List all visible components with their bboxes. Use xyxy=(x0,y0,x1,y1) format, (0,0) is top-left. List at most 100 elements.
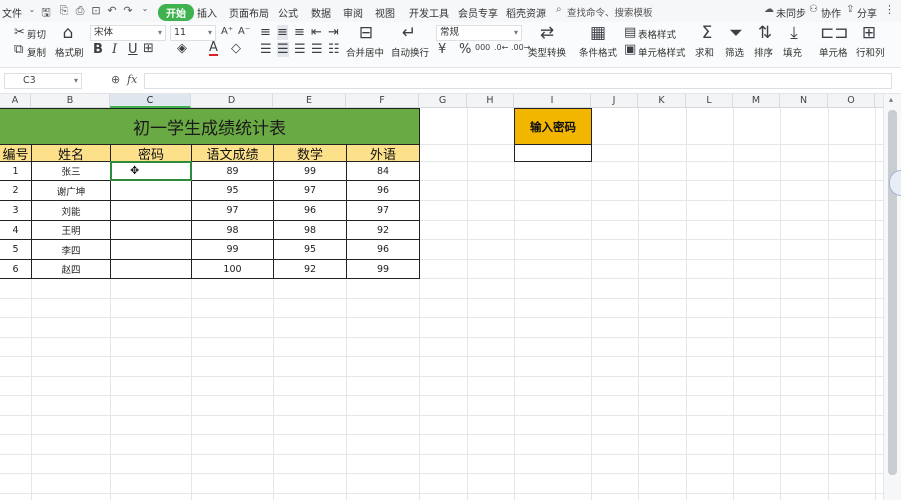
table-cell[interactable]: 谢广坤 xyxy=(31,180,111,201)
tab-data[interactable]: 数据 xyxy=(311,5,331,20)
table-cell[interactable]: 王明 xyxy=(31,220,111,240)
conditional-format-button[interactable]: 条件格式 xyxy=(579,45,617,59)
underline-button[interactable]: U xyxy=(128,42,138,57)
font-size-select[interactable]: 11 ▾ xyxy=(170,25,216,41)
format-painter-icon[interactable]: ⌂ xyxy=(55,23,81,43)
scroll-thumb[interactable] xyxy=(888,110,897,475)
table-cell[interactable]: 96 xyxy=(346,239,420,260)
column-header-m[interactable]: M xyxy=(733,94,780,108)
vertical-scrollbar[interactable]: ▴ xyxy=(883,94,901,500)
table-cell[interactable]: 赵四 xyxy=(31,259,111,279)
column-header-j[interactable]: J xyxy=(591,94,638,108)
table-cell[interactable]: 95 xyxy=(273,239,347,260)
cell-icon[interactable]: ⊏⊐ xyxy=(820,23,849,43)
column-header-n[interactable]: N xyxy=(780,94,828,108)
table-cell[interactable]: 95 xyxy=(191,180,274,201)
table-cell[interactable] xyxy=(110,259,192,279)
more-icon[interactable]: ⋮ xyxy=(884,3,895,16)
table-style-button[interactable]: 表格样式 xyxy=(638,27,676,41)
tab-formulas[interactable]: 公式 xyxy=(278,5,298,20)
header-password[interactable]: 密码 xyxy=(110,144,192,163)
redo-icon[interactable]: ↷ xyxy=(120,4,136,17)
column-header-l[interactable]: L xyxy=(686,94,733,108)
file-menu[interactable]: 文件 xyxy=(2,5,22,20)
increase-font-icon[interactable]: A⁺ xyxy=(221,26,233,37)
border-icon[interactable]: ⊞ xyxy=(143,41,154,56)
table-cell[interactable] xyxy=(110,239,192,260)
align-top-icon[interactable]: ≡ xyxy=(260,25,271,40)
tab-view[interactable]: 视图 xyxy=(375,5,395,20)
decrease-font-icon[interactable]: A⁻ xyxy=(238,26,250,37)
filter-icon[interactable]: ⏷ xyxy=(723,23,749,43)
table-cell[interactable]: 84 xyxy=(346,161,420,181)
print-icon[interactable]: ⎙ xyxy=(72,4,88,18)
tab-home[interactable]: 开始 xyxy=(158,4,194,21)
column-header-b[interactable]: B xyxy=(31,94,110,108)
header-chinese-score[interactable]: 语文成绩 xyxy=(191,144,274,163)
fill-button[interactable]: 填充 xyxy=(783,45,802,59)
font-color-icon[interactable]: A xyxy=(209,41,218,56)
table-cell[interactable]: 98 xyxy=(273,220,347,240)
table-title[interactable]: 初一学生成绩统计表 xyxy=(0,108,420,145)
cell-style-button[interactable]: 单元格样式 xyxy=(638,45,686,59)
cloud-icon[interactable]: ☁ xyxy=(764,4,774,15)
merge-center-icon[interactable]: ⊟ xyxy=(353,23,379,43)
conditional-format-icon[interactable]: ▦ xyxy=(585,23,611,43)
table-cell[interactable]: 3 xyxy=(0,200,32,221)
tab-review[interactable]: 审阅 xyxy=(343,5,363,20)
sum-button[interactable]: 求和 xyxy=(695,45,714,59)
table-cell[interactable]: 92 xyxy=(346,220,420,240)
scroll-up-icon[interactable]: ▴ xyxy=(889,95,893,104)
align-left-icon[interactable]: ☰ xyxy=(260,42,272,57)
align-right-icon[interactable]: ☰ xyxy=(294,42,306,57)
share-button[interactable]: 分享 xyxy=(857,5,877,20)
row-col-icon[interactable]: ⊞ xyxy=(856,23,882,43)
distribute-icon[interactable]: ☷ xyxy=(328,42,340,57)
align-middle-icon[interactable]: ≡ xyxy=(277,25,288,40)
fill-color-icon[interactable]: ◈ xyxy=(177,41,187,56)
password-input-cell[interactable] xyxy=(514,144,592,162)
sync-status[interactable]: 未同步 xyxy=(776,5,806,20)
cut-button[interactable]: 剪切 xyxy=(27,27,46,41)
table-cell[interactable]: 100 xyxy=(191,259,274,279)
cut-icon[interactable]: ✂ xyxy=(14,25,25,40)
table-cell[interactable]: 97 xyxy=(273,180,347,201)
formula-input[interactable] xyxy=(144,73,892,89)
clear-format-icon[interactable]: ◇ xyxy=(231,41,241,56)
wrap-text-button[interactable]: 自动换行 xyxy=(391,45,429,59)
column-header-g[interactable]: G xyxy=(419,94,467,108)
align-center-icon[interactable]: ☰ xyxy=(277,42,289,57)
header-math[interactable]: 数学 xyxy=(273,144,347,163)
header-foreign-language[interactable]: 外语 xyxy=(346,144,420,163)
row-col-button[interactable]: 行和列 xyxy=(856,45,885,59)
type-convert-button[interactable]: 类型转换 xyxy=(528,45,566,59)
table-cell[interactable]: 99 xyxy=(191,239,274,260)
name-box[interactable]: C3 ▾ xyxy=(4,73,82,89)
column-header-a[interactable]: A xyxy=(0,94,31,108)
copy-button[interactable]: 复制 xyxy=(27,45,46,59)
table-cell[interactable]: 98 xyxy=(191,220,274,240)
table-cell[interactable]: 96 xyxy=(346,180,420,201)
justify-icon[interactable]: ☰ xyxy=(311,42,323,57)
table-cell[interactable]: 97 xyxy=(346,200,420,221)
type-convert-icon[interactable]: ⇄ xyxy=(534,23,560,43)
column-header-i[interactable]: I xyxy=(514,94,591,108)
table-cell[interactable] xyxy=(110,220,192,240)
table-cell[interactable]: 5 xyxy=(0,239,32,260)
share-icon[interactable]: ⇪ xyxy=(846,4,854,15)
table-cell[interactable]: 92 xyxy=(273,259,347,279)
currency-button[interactable]: ¥ xyxy=(438,42,446,57)
tab-developer[interactable]: 开发工具 xyxy=(409,5,449,20)
save-icon[interactable]: 🖫 xyxy=(38,4,54,23)
indent-increase-icon[interactable]: ⇥ xyxy=(328,25,339,40)
table-cell[interactable] xyxy=(110,200,192,221)
undo-icon[interactable]: ↶ xyxy=(104,4,120,17)
chevron-down-icon[interactable]: ⌄ xyxy=(137,4,153,13)
column-header-o[interactable]: O xyxy=(828,94,875,108)
align-bottom-icon[interactable]: ≡ xyxy=(294,25,305,40)
cell-style-icon[interactable]: ▣ xyxy=(624,42,636,57)
filter-button[interactable]: 筛选 xyxy=(725,45,744,59)
tab-docer[interactable]: 稻壳资源 xyxy=(506,5,546,20)
tab-insert[interactable]: 插入 xyxy=(197,5,217,20)
search-command-input[interactable]: 查找命令、搜索模板 xyxy=(567,5,653,19)
